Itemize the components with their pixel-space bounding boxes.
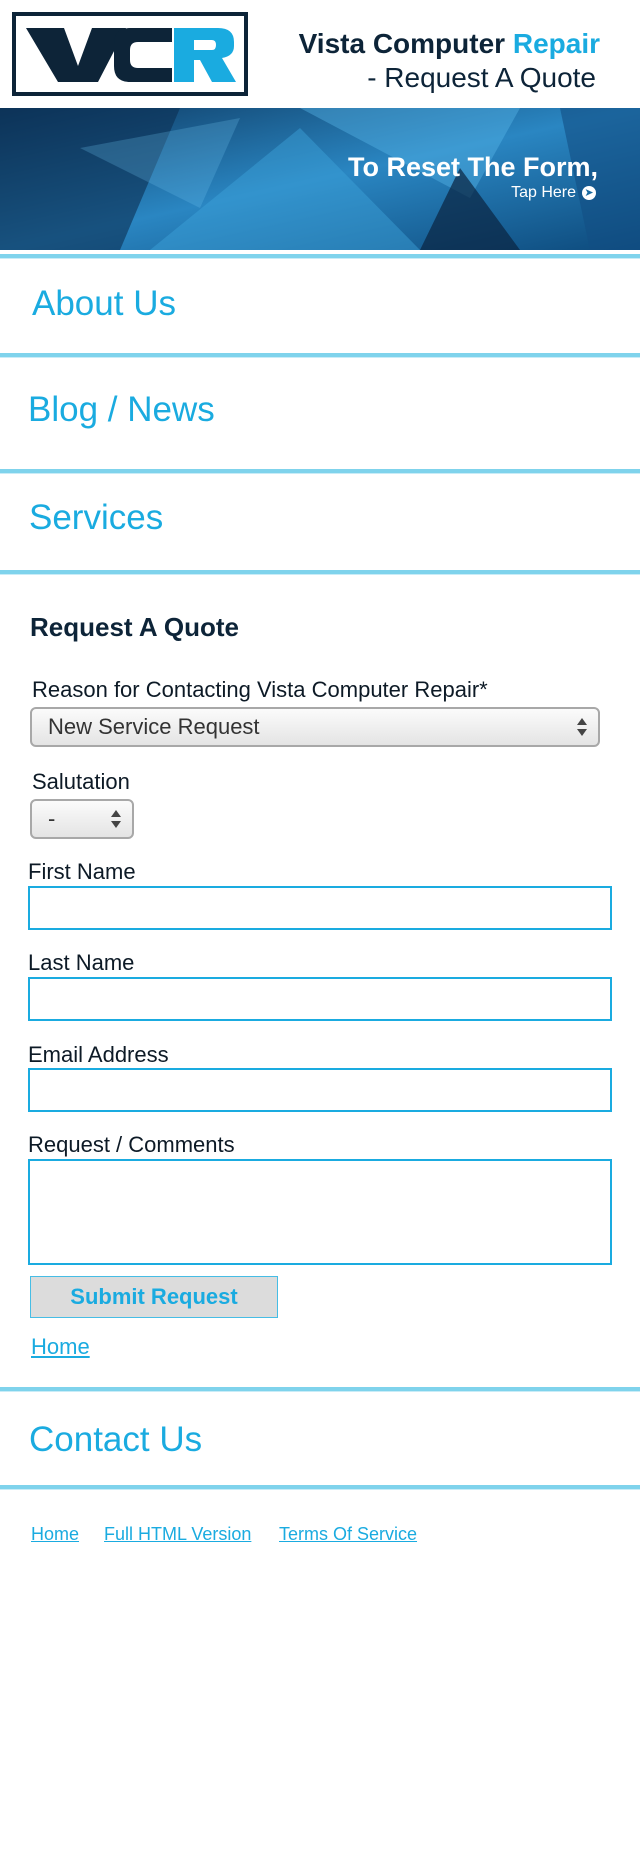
form-heading: Request A Quote	[30, 612, 239, 642]
reason-select-value: New Service Request	[48, 714, 260, 739]
submit-request-button[interactable]: Submit Request	[30, 1276, 278, 1318]
first-name-field[interactable]	[28, 886, 612, 930]
form-home-link[interactable]: Home	[31, 1334, 90, 1360]
email-field[interactable]	[28, 1068, 612, 1112]
salutation-label: Salutation	[32, 769, 130, 794]
divider	[0, 353, 640, 358]
divider	[0, 1485, 640, 1490]
page-subtitle: - Request A Quote	[367, 62, 596, 93]
site-title: Vista Computer Repair	[299, 28, 600, 60]
nav-blog-news[interactable]: Blog / News	[28, 390, 215, 430]
salutation-select[interactable]: -	[30, 799, 134, 839]
last-name-field[interactable]	[28, 977, 612, 1021]
divider	[0, 254, 640, 259]
select-arrows-icon	[577, 718, 587, 736]
salutation-select-value: -	[48, 806, 56, 831]
site-title-main: Vista Computer	[298, 28, 513, 59]
divider	[0, 570, 640, 575]
reset-form-title: To Reset The Form,	[347, 152, 598, 182]
divider	[0, 469, 640, 474]
select-arrows-icon	[111, 810, 121, 828]
site-title-accent: Repair	[512, 28, 600, 59]
email-label: Email Address	[28, 1042, 169, 1067]
vcr-logo-mark	[26, 28, 236, 82]
nav-contact-us[interactable]: Contact Us	[29, 1420, 202, 1460]
nav-services[interactable]: Services	[29, 498, 163, 538]
hero-banner: To Reset The Form, Tap Here ➤	[0, 108, 640, 250]
reason-label: Reason for Contacting Vista Computer Rep…	[32, 677, 488, 702]
footer-home-link[interactable]: Home	[31, 1524, 79, 1545]
comments-field[interactable]	[28, 1159, 612, 1265]
comments-label: Request / Comments	[28, 1132, 235, 1157]
arrow-right-icon: ➤	[582, 186, 596, 200]
last-name-label: Last Name	[28, 950, 135, 975]
reset-form-link[interactable]: Tap Here ➤	[511, 184, 596, 202]
site-header: Vista Computer Repair - Request A Quote	[0, 0, 640, 108]
reset-form-link-label: Tap Here	[511, 184, 576, 201]
first-name-label: First Name	[28, 859, 136, 884]
reason-select[interactable]: New Service Request	[30, 707, 600, 747]
divider	[0, 1387, 640, 1392]
vcr-logo[interactable]	[12, 12, 248, 96]
nav-about-us[interactable]: About Us	[32, 284, 176, 324]
footer-terms-link[interactable]: Terms Of Service	[279, 1524, 417, 1545]
footer-full-html-link[interactable]: Full HTML Version	[104, 1524, 251, 1545]
